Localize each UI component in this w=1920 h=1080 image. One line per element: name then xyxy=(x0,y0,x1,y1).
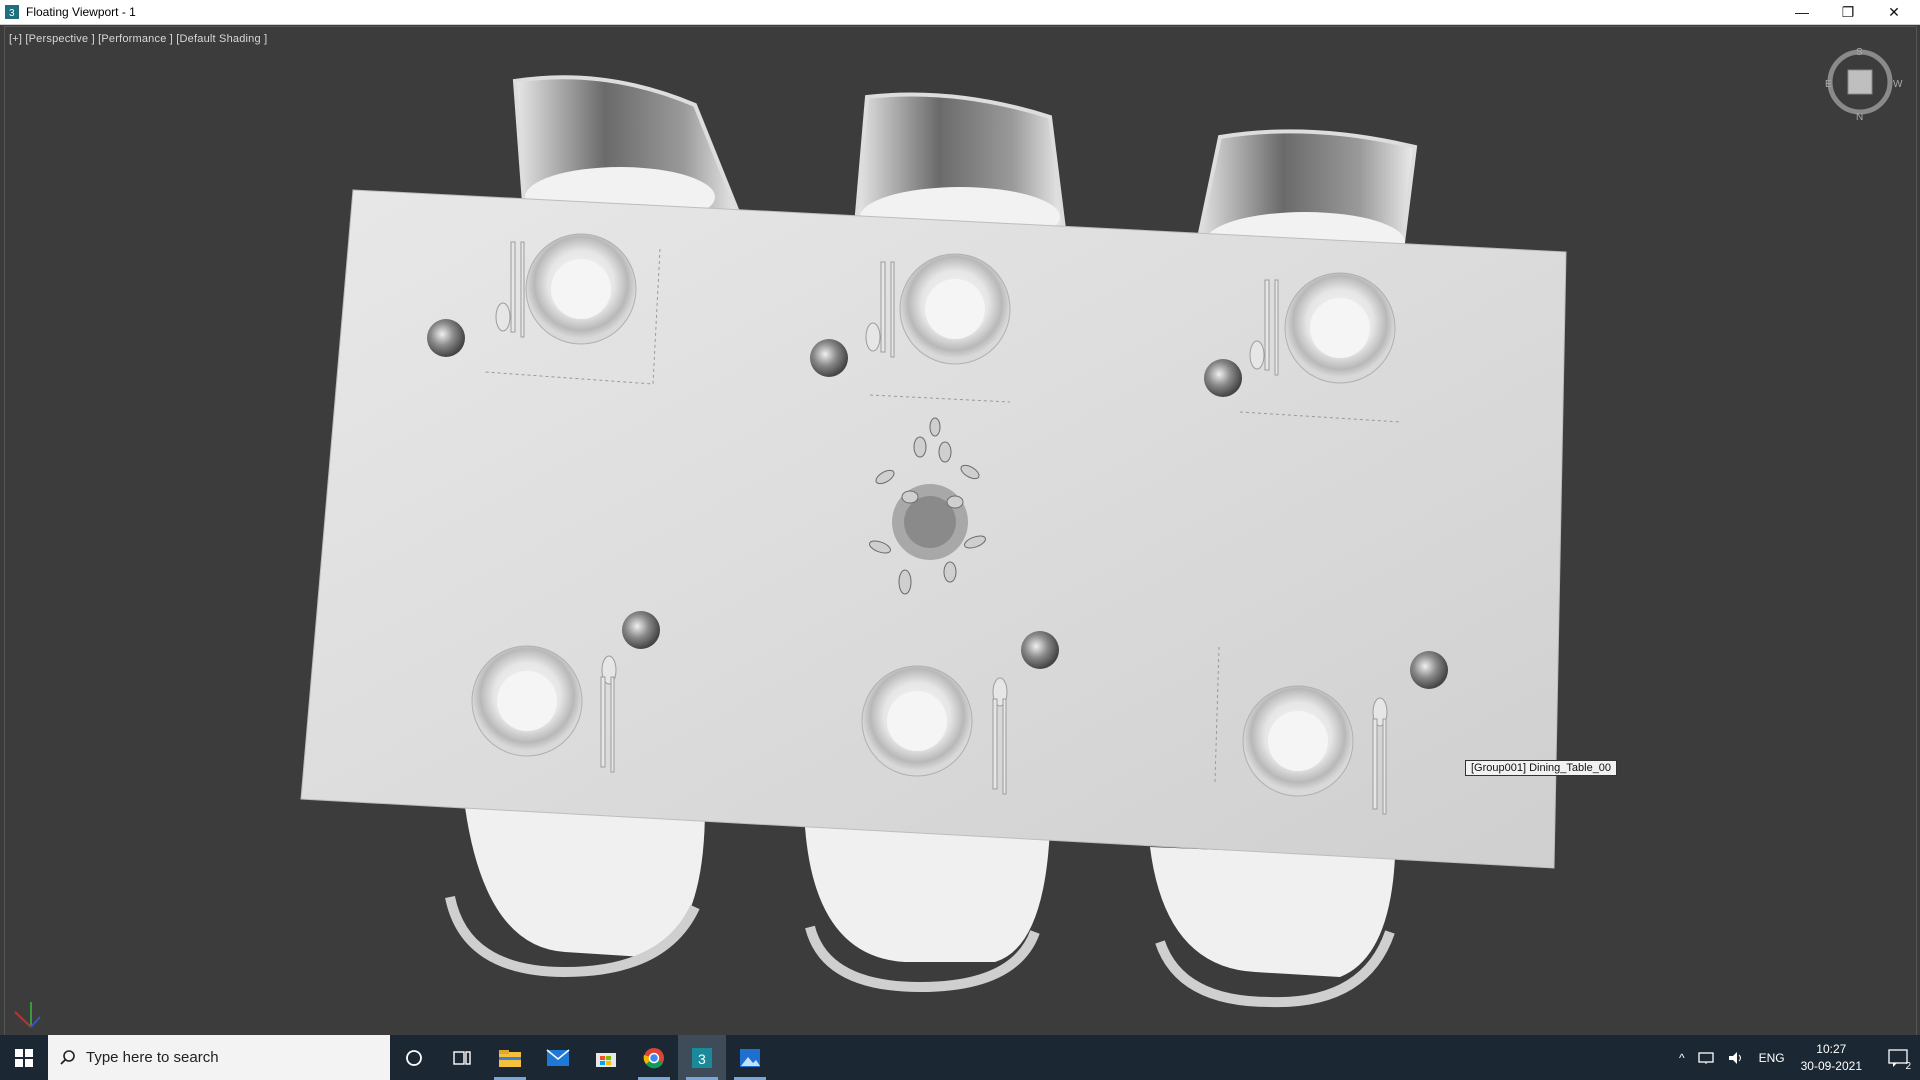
chair-bottom-left[interactable] xyxy=(445,807,705,978)
plate-top-left[interactable] xyxy=(525,233,637,345)
plate-top-right[interactable] xyxy=(1284,272,1396,384)
taskbar-search-box[interactable]: Type here to search xyxy=(48,1035,390,1080)
minimize-button[interactable]: — xyxy=(1780,0,1824,24)
viewcube-right-label: W xyxy=(1893,79,1903,90)
file-explorer-button[interactable] xyxy=(486,1035,534,1080)
clock-time: 10:27 xyxy=(1816,1041,1847,1056)
mail-icon xyxy=(546,1048,570,1066)
task-view-button[interactable] xyxy=(438,1035,486,1080)
3dsmax-button[interactable]: 3 xyxy=(678,1035,726,1080)
viewcube-top-label: S xyxy=(1856,47,1863,58)
store-button[interactable] xyxy=(582,1035,630,1080)
chrome-icon xyxy=(643,1047,664,1068)
file-explorer-icon xyxy=(499,1049,521,1067)
3dsmax-icon: 3 xyxy=(692,1047,712,1068)
title-bar: 3 Floating Viewport - 1 — ❐ ✕ xyxy=(0,0,1920,25)
clock-date: 30-09-2021 xyxy=(1800,1058,1862,1073)
object-tooltip: [Group001] Dining_Table_00 xyxy=(1465,760,1618,776)
plate-bottom-left[interactable] xyxy=(471,645,583,757)
restore-button[interactable]: ❐ xyxy=(1826,0,1870,24)
chair-bottom-right[interactable] xyxy=(1150,847,1395,1008)
show-hidden-icons-icon[interactable]: ^ xyxy=(1679,1051,1685,1065)
3dsmax-app-icon: 3 xyxy=(4,4,20,20)
start-button[interactable] xyxy=(0,1035,48,1080)
svg-text:3: 3 xyxy=(9,8,15,19)
chair-bottom-middle[interactable] xyxy=(805,827,1050,993)
viewcube-left-label: E xyxy=(1825,79,1832,90)
language-indicator[interactable]: ENG xyxy=(1759,1051,1785,1065)
clock[interactable]: 10:27 30-09-2021 xyxy=(1801,1041,1862,1075)
network-icon[interactable] xyxy=(1697,1051,1715,1065)
task-view-icon xyxy=(453,1050,471,1065)
photos-icon xyxy=(740,1048,760,1067)
minimize-icon: — xyxy=(1795,4,1809,20)
action-center-button[interactable]: 2 xyxy=(1876,1035,1920,1080)
window-title: Floating Viewport - 1 xyxy=(26,5,136,19)
photos-button[interactable] xyxy=(726,1035,774,1080)
svg-text:3: 3 xyxy=(698,1051,706,1067)
plate-bottom-middle[interactable] xyxy=(861,665,973,777)
notification-count: 2 xyxy=(1905,1061,1911,1072)
plate-top-middle[interactable] xyxy=(899,253,1011,365)
perspective-viewport[interactable]: [+] [Perspective ] [Performance ] [Defau… xyxy=(4,26,1917,1036)
close-button[interactable]: ✕ xyxy=(1872,0,1916,24)
viewcube[interactable]: S W E N xyxy=(1825,47,1903,123)
search-icon xyxy=(60,1049,75,1065)
store-icon xyxy=(596,1052,616,1067)
viewcube-bottom-label: N xyxy=(1856,112,1863,123)
scene-render[interactable]: S W E N xyxy=(5,27,1916,1035)
taskbar: Type here to search 3 ^ ENG 10:27 30-09-… xyxy=(0,1035,1920,1080)
volume-icon[interactable] xyxy=(1727,1051,1745,1065)
cortana-button[interactable] xyxy=(390,1035,438,1080)
windows-icon xyxy=(15,1048,33,1067)
cortana-icon xyxy=(406,1049,422,1066)
chrome-button[interactable] xyxy=(630,1035,678,1080)
mail-button[interactable] xyxy=(534,1035,582,1080)
search-placeholder: Type here to search xyxy=(86,1049,219,1066)
axis-tripod-icon xyxy=(14,1002,41,1028)
plate-bottom-right[interactable] xyxy=(1242,685,1354,797)
system-tray: ^ ENG 10:27 30-09-2021 2 xyxy=(1673,1035,1920,1080)
close-icon: ✕ xyxy=(1888,3,1900,20)
restore-icon: ❐ xyxy=(1841,3,1855,20)
